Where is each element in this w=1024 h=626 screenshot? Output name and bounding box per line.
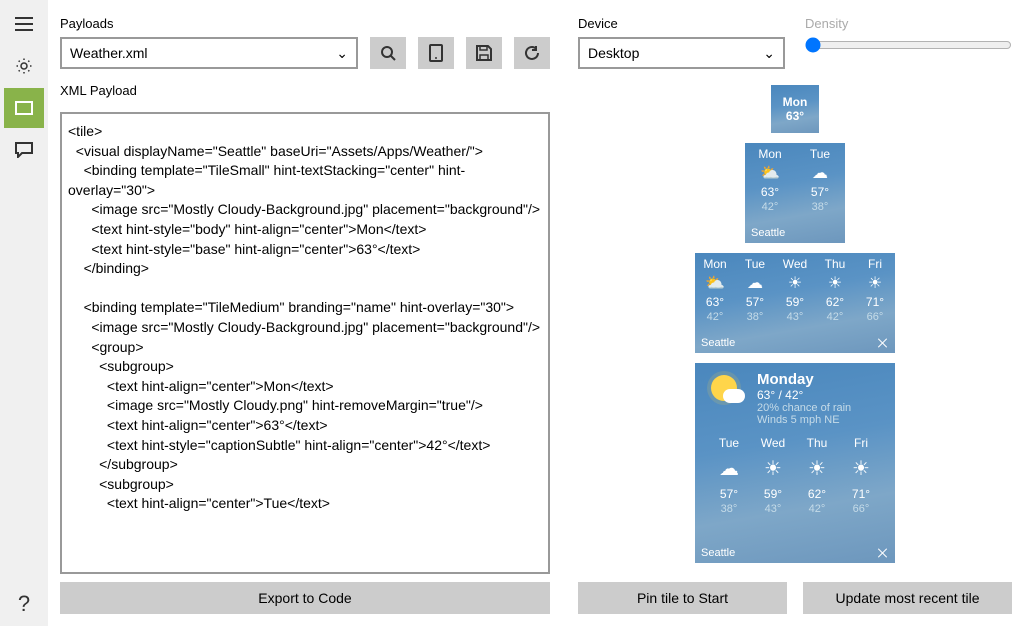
tile-wide: Mon ⛅ 63° 42° Tue ☁ 57° 38° Wed ☀ 59° 43° T… [695, 253, 895, 353]
tile-medium: Mon ⛅ 63° 42° Tue ☁ 57° 38° Seattle [745, 143, 845, 243]
settings-icon[interactable] [4, 46, 44, 86]
weather-icon: ☀ [828, 273, 842, 293]
lo-temp: 42° [707, 311, 724, 323]
payload-select-value: Weather.xml [70, 45, 148, 61]
weather-icon: ⛅ [760, 163, 780, 183]
xml-editor[interactable]: <tile> <visual displayName="Seattle" bas… [60, 112, 550, 574]
day-label: Wed [761, 436, 785, 450]
lo-temp: 38° [812, 201, 829, 213]
search-button[interactable] [370, 37, 406, 69]
weather-icon: ☁ [812, 163, 828, 183]
day-label: Thu [807, 436, 828, 450]
lo-temp: 38° [721, 503, 738, 515]
hi-temp: 62° [826, 295, 844, 309]
weather-icon: ☁ [747, 273, 763, 293]
close-icon[interactable] [877, 337, 889, 349]
chevron-down-icon: ⌄ [763, 45, 775, 62]
pin-button[interactable]: Pin tile to Start [578, 582, 787, 614]
weather-icon: ☀ [852, 456, 870, 481]
density-label: Density [805, 16, 1012, 31]
refresh-button[interactable] [514, 37, 550, 69]
hi-temp: 63° [761, 185, 779, 199]
tile-brand: Seattle [701, 547, 735, 559]
update-button[interactable]: Update most recent tile [803, 582, 1012, 614]
tile-previews: Mon 63° Mon ⛅ 63° 42° Tue ☁ 57° [578, 85, 1012, 574]
hi-temp: 63° [706, 295, 724, 309]
tile-small-temp: 63° [786, 109, 804, 123]
sun-cloud-icon [707, 371, 747, 411]
tile-brand: Seattle [751, 227, 785, 239]
large-hi-lo: 63° / 42° [757, 388, 851, 402]
weather-icon: ☀ [788, 273, 802, 293]
weather-icon: ☀ [868, 273, 882, 293]
weather-icon: ☀ [764, 456, 782, 481]
day-label: Thu [825, 257, 846, 271]
density-slider[interactable] [805, 37, 1012, 53]
hi-temp: 62° [808, 487, 826, 501]
export-button[interactable]: Export to Code [60, 582, 550, 614]
device-label: Device [578, 16, 785, 31]
payload-select[interactable]: Weather.xml ⌄ [60, 37, 358, 69]
hi-temp: 57° [720, 487, 738, 501]
day-label: Mon [703, 257, 726, 271]
nav-rail: ? [0, 0, 48, 626]
comment-icon[interactable] [4, 130, 44, 170]
hi-temp: 71° [852, 487, 870, 501]
device-select-value: Desktop [588, 45, 639, 61]
payloads-label: Payloads [60, 16, 550, 31]
large-chance: 20% chance of rain [757, 402, 851, 414]
day-label: Tue [719, 436, 739, 450]
device-select[interactable]: Desktop ⌄ [578, 37, 785, 69]
hi-temp: 57° [746, 295, 764, 309]
lo-temp: 43° [787, 311, 804, 323]
tile-small-day: Mon [783, 95, 808, 109]
lo-temp: 38° [747, 311, 764, 323]
tiles-view-icon[interactable] [4, 88, 44, 128]
device-button[interactable] [418, 37, 454, 69]
large-wind: Winds 5 mph NE [757, 414, 851, 426]
day-label: Tue [745, 257, 765, 271]
weather-icon: ☀ [808, 456, 826, 481]
weather-icon: ☁ [719, 456, 739, 481]
lo-temp: 43° [765, 503, 782, 515]
xml-payload-label: XML Payload [60, 83, 550, 98]
lo-temp: 66° [853, 503, 870, 515]
day-label: Wed [783, 257, 807, 271]
tile-small: Mon 63° [771, 85, 819, 133]
chevron-down-icon: ⌄ [336, 45, 348, 62]
day-label: Fri [854, 436, 868, 450]
lo-temp: 42° [762, 201, 779, 213]
hi-temp: 59° [786, 295, 804, 309]
close-icon[interactable] [877, 547, 889, 559]
day-label: Tue [810, 147, 830, 161]
hi-temp: 57° [811, 185, 829, 199]
tile-brand: Seattle [701, 337, 735, 349]
hi-temp: 71° [866, 295, 884, 309]
lo-temp: 42° [827, 311, 844, 323]
hi-temp: 59° [764, 487, 782, 501]
large-day: Monday [757, 371, 851, 388]
help-icon[interactable]: ? [4, 584, 44, 624]
lo-temp: 66° [867, 311, 884, 323]
menu-button[interactable] [4, 4, 44, 44]
weather-icon: ⛅ [705, 273, 725, 293]
day-label: Mon [758, 147, 781, 161]
day-label: Fri [868, 257, 882, 271]
tile-large: Monday 63° / 42° 20% chance of rain Wind… [695, 363, 895, 563]
save-button[interactable] [466, 37, 502, 69]
lo-temp: 42° [809, 503, 826, 515]
